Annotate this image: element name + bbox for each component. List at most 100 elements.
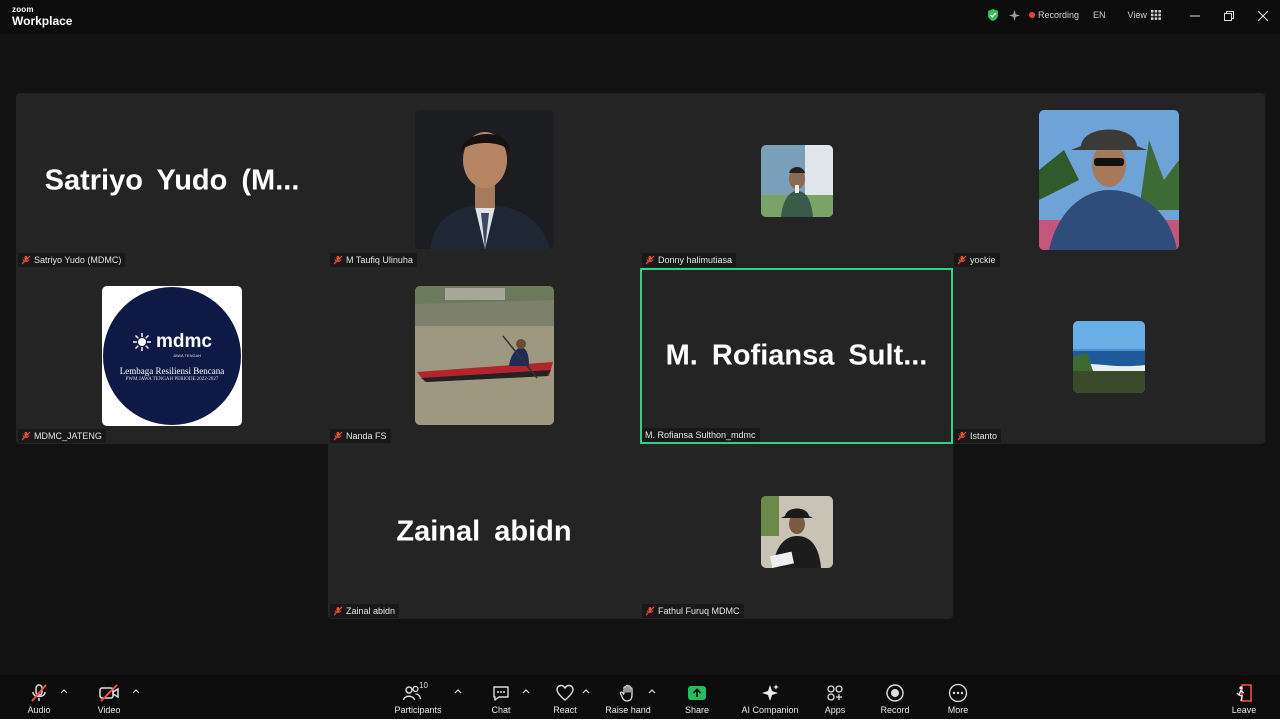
apps-label: Apps: [824, 705, 846, 715]
raise-hand-label: Raise hand: [605, 705, 651, 715]
share-button[interactable]: Share: [662, 683, 732, 715]
participant-name: MDMC_JATENG: [34, 431, 102, 441]
participants-button[interactable]: 10 Participants: [383, 681, 453, 715]
raise-hand-options-chevron-icon[interactable]: [647, 687, 657, 695]
participant-name: M. Rofiansa Sulthon_mdmc: [645, 430, 756, 440]
leave-label: Leave: [1231, 705, 1257, 715]
muted-mic-icon: [645, 255, 655, 265]
participant-label: Nanda FS: [330, 429, 391, 443]
participant-photo: [1039, 110, 1179, 250]
muted-mic-icon: [333, 255, 343, 265]
meeting-toolbar: Audio Video 10 Participants Chat React R…: [0, 675, 1280, 719]
participant-name-placeholder: Zainal abidn: [396, 515, 572, 547]
participant-name: Zainal abidn: [346, 606, 396, 616]
logo-brand: mdmc: [156, 330, 212, 352]
muted-mic-icon: [21, 431, 31, 441]
restore-icon: [1224, 11, 1234, 21]
participant-tile[interactable]: Satriyo Yudo (M... Satriyo Yudo (MDMC): [16, 93, 328, 268]
participant-name: Istanto: [970, 431, 998, 441]
muted-mic-icon: [645, 606, 655, 616]
record-icon: [886, 684, 904, 702]
leave-door-icon: [1236, 684, 1252, 702]
participants-count: 10: [419, 681, 428, 690]
muted-mic-icon: [21, 255, 31, 265]
minimize-button[interactable]: [1178, 4, 1212, 28]
participant-tile[interactable]: Zainal abidn Zainal abidn: [328, 444, 640, 619]
ai-companion-sparkle-icon: [762, 684, 779, 701]
participant-label: Istanto: [954, 429, 1002, 443]
raise-hand-icon: [619, 684, 633, 702]
brand-main: Workplace: [12, 14, 73, 28]
close-button[interactable]: [1246, 4, 1280, 28]
participant-label: Satriyo Yudo (MDMC): [18, 253, 126, 267]
participant-photo: [415, 286, 554, 425]
participant-label: M Taufiq Ulinuha: [330, 253, 417, 267]
view-label: View: [1127, 10, 1147, 20]
react-options-chevron-icon[interactable]: [581, 687, 591, 695]
participant-name-placeholder: M. Rofiansa Sult...: [665, 339, 928, 372]
recording-indicator[interactable]: Recording: [1029, 10, 1079, 20]
minimize-icon: [1190, 15, 1200, 17]
apps-icon: [827, 685, 843, 701]
chat-icon: [493, 686, 509, 701]
muted-mic-icon: [333, 431, 343, 441]
muted-mic-icon: [333, 606, 343, 616]
record-dot-icon: [1029, 12, 1035, 18]
leave-button[interactable]: Leave: [1209, 683, 1279, 715]
person-photo-icon: [761, 145, 833, 217]
logo-line1: Lembaga Resiliensi Bencana: [119, 365, 225, 376]
heart-icon: [556, 684, 574, 701]
grid-view-icon: [1150, 10, 1161, 20]
participant-tile[interactable]: mdmc JAWA TENGAH Lembaga Resiliensi Benc…: [16, 269, 328, 444]
participant-name: Fathul Furuq MDMC: [658, 606, 740, 616]
participant-photo: [1073, 321, 1145, 393]
security-shield-icon[interactable]: [986, 8, 1000, 22]
participant-photo: [761, 145, 833, 217]
ai-sparkle-icon[interactable]: [1008, 9, 1021, 22]
participant-tile[interactable]: Donny halimutiasa: [640, 93, 952, 268]
participant-photo: [761, 496, 833, 568]
seascape-photo-icon: [1073, 321, 1145, 393]
participant-tile[interactable]: yockie: [952, 93, 1264, 268]
audio-options-chevron-icon[interactable]: [59, 687, 69, 695]
participant-name: yockie: [970, 255, 996, 265]
close-icon: [1258, 11, 1268, 21]
participant-tile[interactable]: Fathul Furuq MDMC: [640, 444, 952, 619]
recording-label: Recording: [1038, 10, 1080, 20]
share-label: Share: [684, 705, 710, 715]
sun-emblem-icon: [133, 332, 152, 351]
participant-label: yockie: [954, 253, 1000, 267]
participant-tile[interactable]: M Taufiq Ulinuha: [328, 93, 640, 268]
organization-logo: mdmc JAWA TENGAH Lembaga Resiliensi Benc…: [102, 286, 242, 426]
more-button[interactable]: More: [923, 683, 993, 715]
restore-button[interactable]: [1212, 4, 1246, 28]
participant-photo: [415, 110, 554, 249]
participant-tile[interactable]: Nanda FS: [328, 269, 640, 444]
view-button[interactable]: View: [1128, 10, 1161, 20]
participant-name: Satriyo Yudo (MDMC): [34, 255, 122, 265]
record-button[interactable]: Record: [860, 683, 930, 715]
muted-mic-icon: [957, 431, 967, 441]
participant-name-placeholder: Satriyo Yudo (M...: [44, 164, 300, 196]
record-label: Record: [880, 705, 910, 715]
active-speaker-tile[interactable]: M. Rofiansa Sult... M. Rofiansa Sulthon_…: [640, 268, 953, 444]
language-indicator[interactable]: EN: [1093, 10, 1106, 20]
title-bar: zoom Workplace Recording EN View: [0, 0, 1280, 34]
more-icon: [948, 683, 968, 703]
participant-name: Donny halimutiasa: [658, 255, 733, 265]
ai-companion-button[interactable]: AI Companion: [735, 683, 805, 715]
logo-tag: JAWA TENGAH: [172, 352, 202, 358]
participant-label: Fathul Furuq MDMC: [642, 604, 744, 618]
participant-label: M. Rofiansa Sulthon_mdmc: [642, 428, 760, 442]
muted-mic-icon: [31, 684, 47, 702]
muted-mic-icon: [957, 255, 967, 265]
participants-label: Participants: [394, 705, 442, 715]
participant-tile[interactable]: Istanto: [952, 269, 1264, 444]
more-label: More: [947, 705, 969, 715]
ai-companion-label: AI Companion: [741, 705, 799, 715]
participants-options-chevron-icon[interactable]: [453, 687, 463, 695]
video-options-chevron-icon[interactable]: [131, 687, 141, 695]
video-off-icon: [99, 684, 119, 702]
react-label: React: [553, 705, 577, 715]
video-label: Video: [97, 705, 121, 715]
